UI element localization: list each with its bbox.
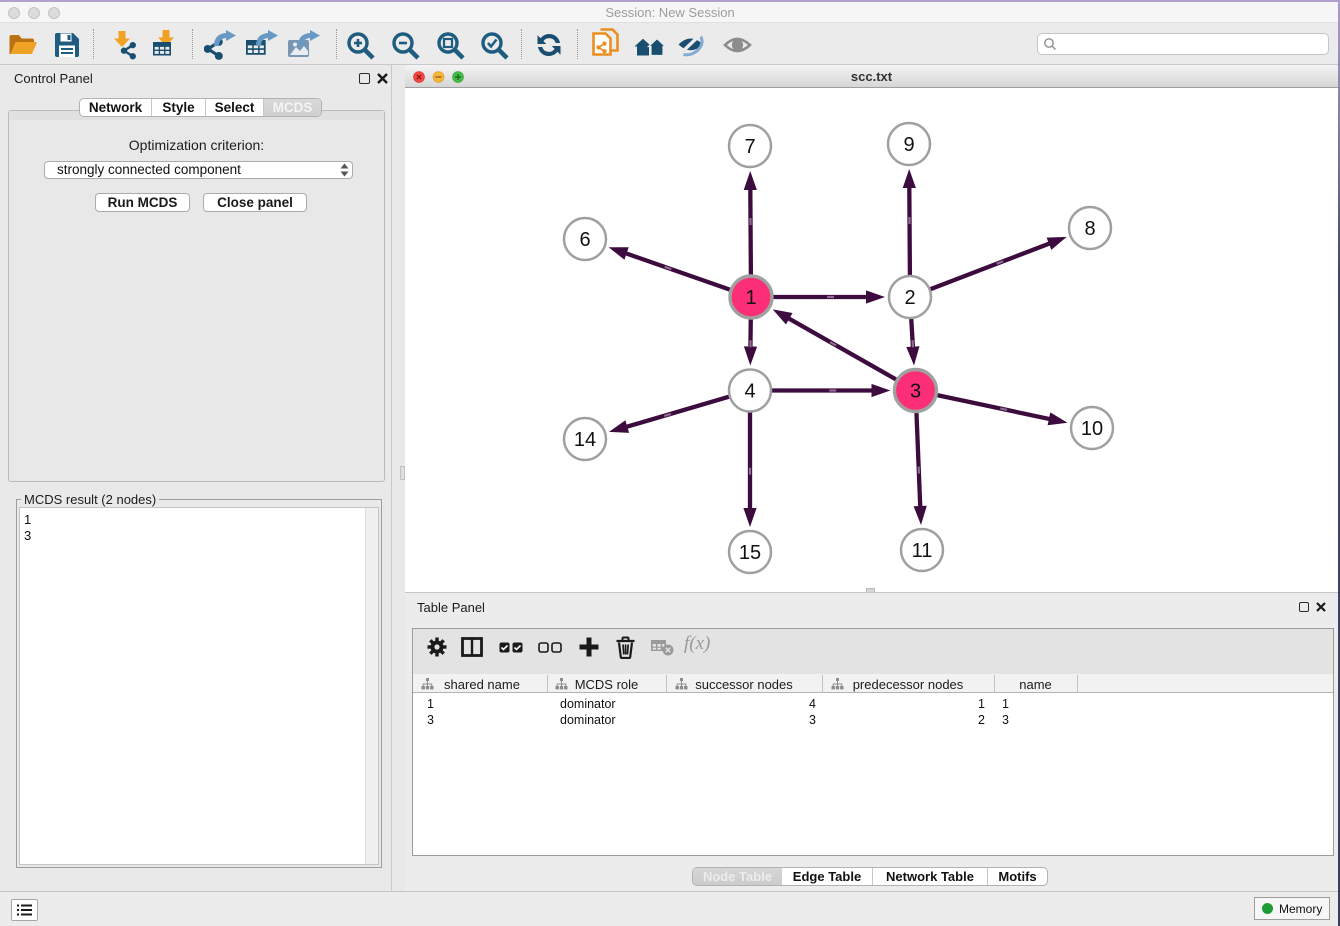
svg-text:2: 2 bbox=[904, 287, 915, 309]
svg-text:7: 7 bbox=[744, 136, 755, 158]
svg-text:10: 10 bbox=[1081, 418, 1103, 440]
svg-text:8: 8 bbox=[1084, 218, 1095, 240]
svg-text:3: 3 bbox=[910, 381, 921, 403]
svg-text:14: 14 bbox=[574, 429, 596, 451]
svg-text:11: 11 bbox=[912, 540, 933, 562]
svg-text:1: 1 bbox=[745, 287, 756, 309]
svg-text:9: 9 bbox=[903, 134, 914, 156]
svg-text:6: 6 bbox=[579, 229, 590, 251]
svg-text:4: 4 bbox=[744, 381, 755, 403]
svg-text:15: 15 bbox=[739, 542, 761, 564]
